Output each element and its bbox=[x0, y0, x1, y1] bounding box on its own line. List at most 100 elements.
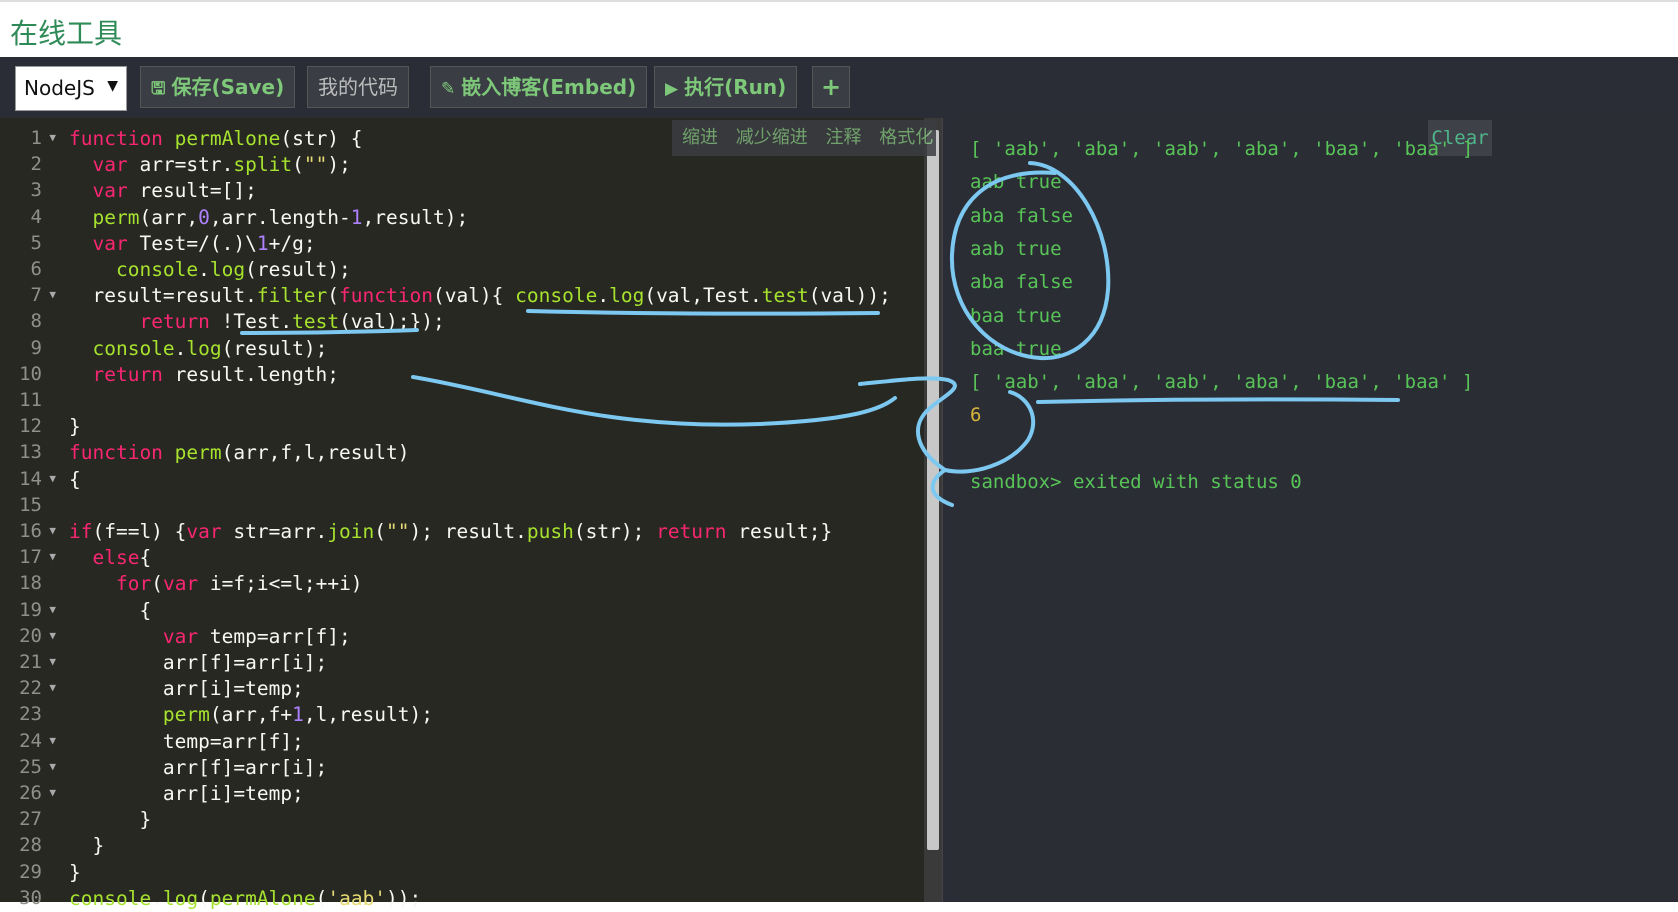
line-number: 30 bbox=[19, 886, 42, 909]
add-button[interactable]: + bbox=[812, 66, 850, 108]
fold-arrow-icon: ▼ bbox=[49, 786, 56, 799]
code-line[interactable]: } bbox=[69, 860, 81, 886]
code-line[interactable]: console.log(permAlone('aab')); bbox=[69, 886, 421, 912]
line-number: 8 bbox=[30, 310, 42, 333]
line-number: 3 bbox=[30, 179, 42, 202]
line-number: 6 bbox=[30, 258, 42, 280]
line-number: 4 bbox=[30, 205, 42, 228]
code-line[interactable]: arr[f]=arr[i]; bbox=[69, 755, 327, 781]
code-line[interactable]: function perm(arr,f,l,result) bbox=[69, 440, 409, 466]
save-button-label: 保存(Save) bbox=[171, 75, 285, 99]
code-line[interactable]: var arr=str.split(""); bbox=[69, 152, 350, 178]
code-line[interactable]: else{ bbox=[69, 545, 151, 571]
line-number: 11 bbox=[19, 389, 42, 411]
embed-button-label: 嵌入博客(Embed) bbox=[461, 75, 637, 99]
code-line[interactable]: { bbox=[69, 598, 151, 624]
code-line[interactable]: } bbox=[69, 414, 81, 440]
fold-arrow-icon: ▼ bbox=[49, 628, 56, 642]
my-code-button[interactable]: 我的代码 bbox=[307, 66, 409, 108]
console-line: baa true bbox=[970, 304, 1062, 327]
line-number: 19 ▼ bbox=[19, 598, 56, 621]
indent-button[interactable]: 缩进 bbox=[682, 127, 718, 148]
line-number: 23 bbox=[19, 703, 42, 726]
format-button[interactable]: 格式化 bbox=[879, 127, 933, 148]
line-number: 14 ▼ bbox=[19, 467, 56, 490]
floppy-disk-icon: 🖫 bbox=[151, 79, 166, 99]
code-line[interactable]: perm(arr,f+1,l,result); bbox=[69, 702, 433, 728]
code-line[interactable]: } bbox=[69, 833, 104, 859]
line-number: 25 ▼ bbox=[19, 755, 56, 778]
line-number: 22 ▼ bbox=[19, 677, 56, 700]
code-line[interactable]: for(var i=f;i<=l;++i) bbox=[69, 571, 363, 597]
line-number: 28 bbox=[19, 834, 42, 857]
embed-button[interactable]: ✎ 嵌入博客(Embed) bbox=[430, 66, 648, 108]
title-bar: 在线工具 bbox=[0, 0, 1678, 57]
line-number: 16 ▼ bbox=[19, 520, 56, 542]
code-line[interactable]: var result=[]; bbox=[69, 178, 256, 204]
console-line: aba false bbox=[970, 271, 1073, 294]
code-line[interactable]: perm(arr,0,arr.length-1,result); bbox=[69, 205, 468, 231]
code-line[interactable]: console.log(result); bbox=[69, 336, 327, 362]
line-number: 29 bbox=[19, 860, 42, 883]
pane-splitter[interactable] bbox=[942, 118, 959, 902]
line-number: 18 bbox=[19, 572, 42, 595]
code-line[interactable]: function permAlone(str) { bbox=[69, 126, 363, 152]
line-number: 21 ▼ bbox=[19, 651, 56, 673]
console-line: 6 bbox=[970, 404, 982, 427]
code-line[interactable]: result=result.filter(function(val){ cons… bbox=[69, 283, 890, 309]
console-line: [ 'aab', 'aba', 'aab', 'aba', 'baa', 'ba… bbox=[970, 138, 1474, 160]
fold-arrow-icon: ▼ bbox=[49, 655, 56, 668]
run-button[interactable]: ▶ 执行(Run) bbox=[654, 66, 798, 108]
play-icon: ▶ bbox=[665, 79, 679, 99]
fold-arrow-icon: ▼ bbox=[49, 471, 56, 485]
line-number: 5 bbox=[30, 231, 42, 254]
scrollbar-thumb[interactable] bbox=[927, 130, 939, 850]
code-line[interactable]: } bbox=[69, 807, 151, 833]
line-number: 26 ▼ bbox=[19, 782, 56, 804]
fold-arrow-icon: ▼ bbox=[49, 681, 56, 695]
edit-icon: ✎ bbox=[441, 79, 456, 99]
code-line[interactable]: return result.length; bbox=[69, 362, 339, 388]
console-line: aab true bbox=[970, 237, 1062, 260]
fold-arrow-icon: ▼ bbox=[49, 131, 56, 144]
plus-icon: + bbox=[820, 73, 842, 101]
line-number: 17 ▼ bbox=[19, 546, 56, 569]
code-line[interactable]: return !Test.test(val);}); bbox=[69, 309, 444, 335]
line-number: 20 ▼ bbox=[19, 624, 56, 647]
console-line: sandbox> exited with status 0 bbox=[970, 471, 1302, 493]
fold-arrow-icon: ▼ bbox=[49, 733, 56, 747]
code-line[interactable]: { bbox=[69, 467, 81, 493]
code-line[interactable]: console.log(result); bbox=[69, 257, 351, 283]
console-line: [ 'aab', 'aba', 'aab', 'aba', 'baa', 'ba… bbox=[970, 371, 1474, 394]
code-line[interactable]: arr[f]=arr[i]; bbox=[69, 650, 327, 676]
code-line[interactable]: var Test=/(.)\1+/g; bbox=[69, 231, 315, 257]
code-line[interactable]: temp=arr[f]; bbox=[69, 729, 304, 755]
app-title: 在线工具 bbox=[10, 17, 123, 50]
code-line[interactable]: arr[i]=temp; bbox=[69, 781, 304, 807]
code-line[interactable]: arr[i]=temp; bbox=[69, 676, 304, 702]
fold-arrow-icon: ▼ bbox=[49, 288, 56, 302]
console-output bbox=[958, 118, 1678, 902]
line-number: 15 bbox=[19, 493, 42, 516]
editor-tools: 缩进 减少缩进 注释 格式化 bbox=[672, 120, 936, 156]
my-code-button-label: 我的代码 bbox=[318, 75, 398, 99]
save-button[interactable]: 🖫 保存(Save) bbox=[140, 66, 296, 108]
fold-arrow-icon: ▼ bbox=[49, 550, 56, 564]
line-number: 12 bbox=[19, 415, 42, 438]
outdent-button[interactable]: 减少缩进 bbox=[736, 127, 808, 148]
fold-arrow-icon: ▼ bbox=[49, 759, 56, 773]
code-line[interactable]: var temp=arr[f]; bbox=[69, 624, 351, 650]
console-line: aab true bbox=[970, 171, 1062, 194]
comment-button[interactable]: 注释 bbox=[825, 127, 861, 148]
fold-arrow-icon: ▼ bbox=[49, 602, 56, 616]
line-number: 7 ▼ bbox=[30, 284, 56, 307]
code-line[interactable]: if(f==l) {var str=arr.join(""); result.p… bbox=[69, 519, 832, 545]
line-number: 9 bbox=[30, 336, 42, 359]
line-number: 2 bbox=[30, 153, 42, 176]
line-number: 27 bbox=[19, 808, 42, 831]
line-number: 10 bbox=[19, 362, 42, 385]
language-select[interactable]: NodeJS ▼ bbox=[15, 66, 127, 111]
fold-arrow-icon: ▼ bbox=[49, 524, 56, 537]
editor-scrollbar[interactable] bbox=[924, 118, 942, 902]
console-line: aba false bbox=[970, 204, 1073, 227]
